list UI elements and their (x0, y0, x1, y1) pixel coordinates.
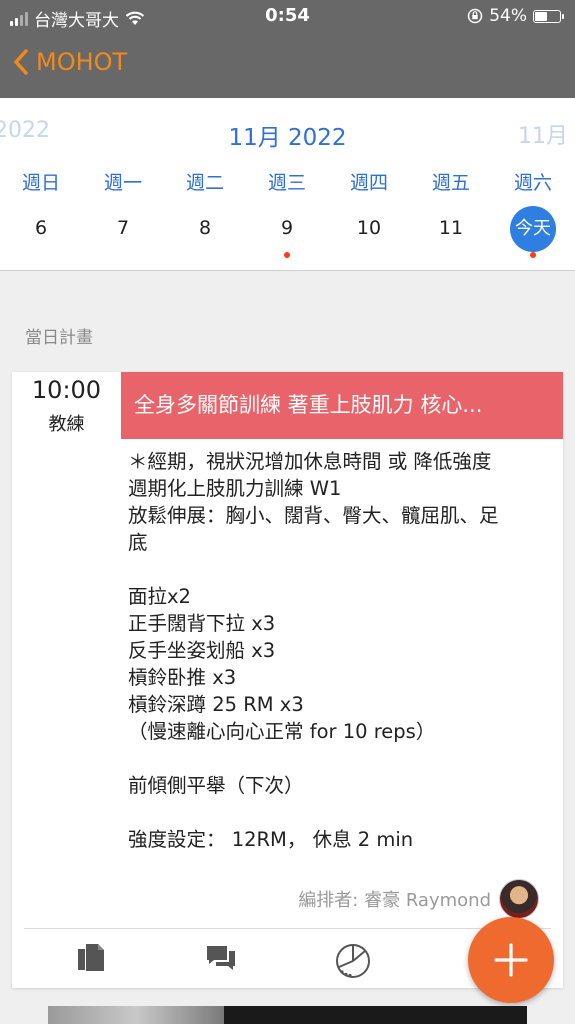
plan-title[interactable]: 全身多關節訓練 著重上肢肌力 核心... (121, 372, 563, 439)
plan-line: 放鬆伸展：胸小、闊背、臀大、髖屈肌、足 (128, 504, 499, 527)
author-name: 編排者: 睿豪 Raymond (298, 890, 491, 911)
day-number: 7 (116, 217, 130, 239)
plan-line (128, 799, 548, 826)
weekday-label: 週日 (21, 172, 60, 194)
next-card-photo (48, 1006, 527, 1024)
orientation-lock-icon (467, 8, 483, 24)
plan-line: 正手闊背下拉 x3 (128, 612, 276, 635)
day-cell[interactable]: 10 (328, 210, 410, 246)
event-dot (284, 252, 290, 258)
day-cell-today[interactable]: 今天 (492, 206, 574, 258)
weekday-label: 週五 (431, 172, 470, 194)
day-cell[interactable]: 6 (0, 210, 82, 246)
plan-line: ＊經期，視狀況增加休息時間 或 降低強度 (128, 450, 492, 473)
plan-line: 前傾側平舉（下次） (128, 774, 304, 797)
day-cell[interactable]: 8 (164, 210, 246, 246)
day-cell[interactable]: 11 (410, 210, 492, 246)
weekday-label: 週四 (349, 172, 388, 194)
plan-line: 週期化上肢肌力訓練 W1 (128, 477, 342, 500)
event-dot (530, 252, 536, 258)
plus-icon (494, 943, 528, 977)
avatar[interactable] (499, 879, 539, 919)
day-cell[interactable]: 9 (246, 210, 328, 258)
month-header: 2022 11月 2022 11月 2 (0, 98, 575, 164)
current-month-label: 11月 2022 (228, 125, 347, 151)
comment-button[interactable] (203, 940, 239, 976)
day-row: 6 7 8 9 10 11 今天 (0, 206, 575, 270)
plan-line: 底 (128, 531, 148, 554)
back-label: MOHOT (36, 48, 128, 76)
plan-description: ＊經期，視狀況增加休息時間 或 降低強度 週期化上肢肌力訓練 W1 放鬆伸展：胸小、… (128, 448, 548, 853)
add-button[interactable] (468, 917, 554, 1003)
stats-button[interactable] (333, 940, 370, 978)
weekday-row: 週日 週一 週二 週三 週四 週五 週六 (0, 168, 575, 194)
plan-line: 槓鈴卧推 x3 (128, 666, 237, 689)
author-row: 編排者: 睿豪 Raymond (298, 879, 539, 919)
plan-time: 10:00 (31, 376, 102, 404)
plan-line: 槓鈴深蹲 25 RM x3 (128, 693, 304, 716)
plan-line (128, 745, 548, 772)
day-number: 10 (356, 217, 382, 239)
day-cell[interactable]: 7 (82, 210, 164, 246)
battery-level-fill (535, 11, 548, 21)
comment-icon (207, 946, 235, 970)
battery-percent: 54% (489, 6, 527, 26)
plan-line: 強度設定： 12RM， 休息 2 min (128, 828, 414, 851)
section-title: 當日計畫 (25, 328, 93, 348)
today-indicator: 今天 (510, 206, 556, 252)
plan-line (128, 556, 548, 583)
copy-icon (78, 944, 104, 971)
day-number: 8 (198, 217, 212, 239)
copy-button[interactable] (73, 940, 109, 976)
pie-chart-icon (336, 944, 370, 978)
battery-icon (533, 9, 564, 23)
status-right: 54% (467, 6, 564, 26)
card-divider (24, 928, 551, 929)
next-month-label[interactable]: 11月 2 (518, 118, 575, 150)
back-button[interactable]: MOHOT (12, 48, 127, 76)
weekday-label: 週一 (103, 172, 142, 194)
nav-bar: MOHOT (0, 40, 575, 90)
day-number: 6 (34, 217, 48, 239)
day-number: 今天 (492, 206, 574, 252)
plan-line: 反手坐姿划船 x3 (128, 639, 276, 662)
chevron-left-icon (14, 49, 28, 75)
status-bar: 台灣大哥大 0:54 54% (0, 0, 575, 32)
plan-card: 10:00 教練 全身多關節訓練 著重上肢肌力 核心... ＊經期，視狀況增加休… (12, 372, 563, 988)
day-number: 9 (280, 217, 294, 239)
week-calendar: 2022 11月 2022 11月 2 週日 週一 週二 週三 週四 週五 週六 6 7 8 9 1… (0, 98, 575, 271)
plan-line: 面拉x2 (128, 585, 191, 608)
weekday-label: 週六 (513, 172, 552, 194)
weekday-label: 週二 (185, 172, 224, 194)
day-number: 11 (438, 217, 464, 239)
plan-role: 教練 (48, 414, 85, 435)
plan-line: （慢速離心向心正常 for 10 reps） (128, 720, 436, 743)
weekday-label: 週三 (267, 172, 306, 194)
